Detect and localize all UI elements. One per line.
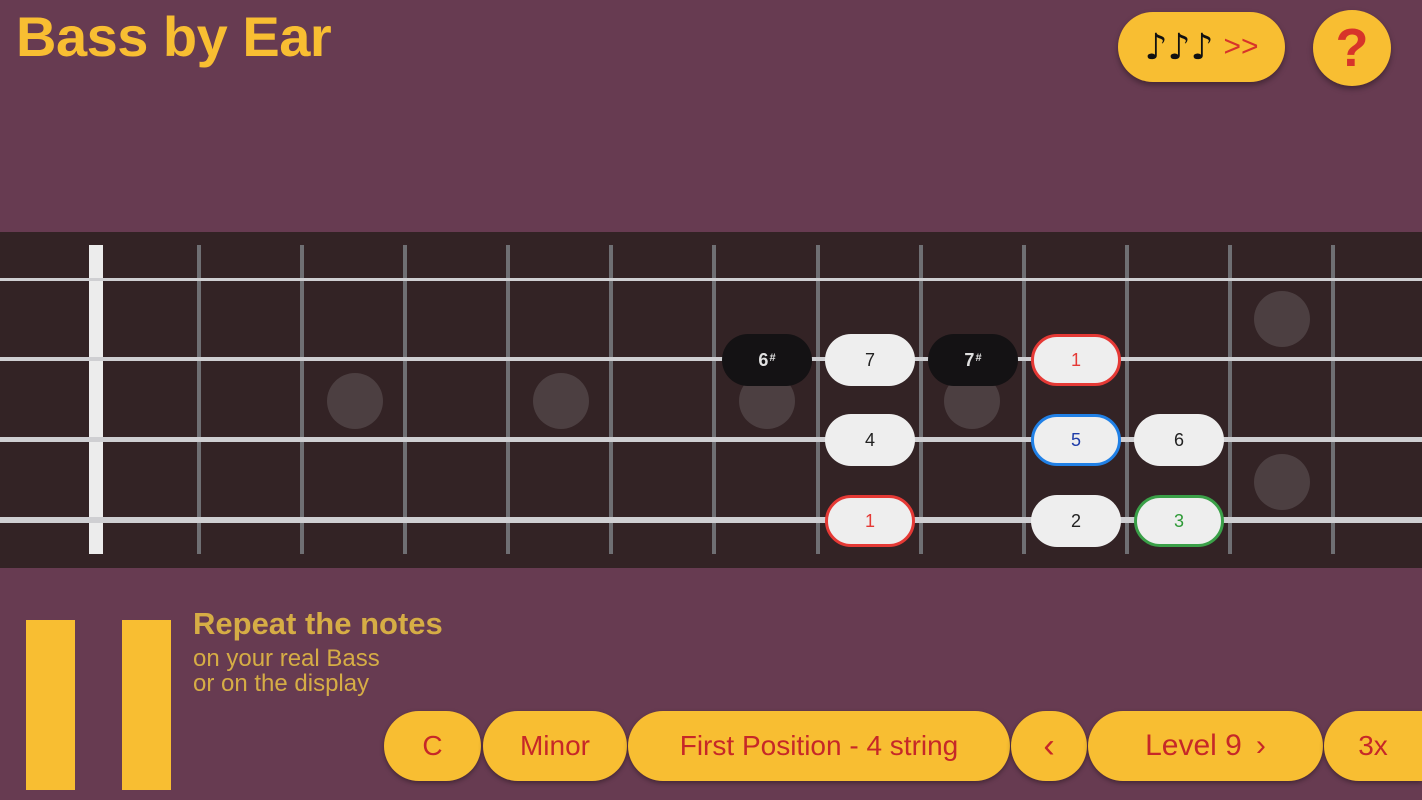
note-marker[interactable]: 6 # xyxy=(722,334,812,386)
note-marker-fifth[interactable]: 5 xyxy=(1031,414,1121,466)
chevron-right-icon[interactable]: › xyxy=(1256,729,1266,763)
position-label: First Position - 4 string xyxy=(679,730,959,761)
note-label: 2 xyxy=(1070,510,1081,531)
fret xyxy=(1125,245,1129,554)
note-marker[interactable]: 2 xyxy=(1031,495,1121,547)
note-marker-third[interactable]: 3 xyxy=(1134,495,1224,547)
note-marker[interactable]: 7 # xyxy=(928,334,1018,386)
forward-arrows-label: >> xyxy=(1223,30,1259,63)
fret xyxy=(919,245,923,554)
music-notes-icon: ♪♪♪ xyxy=(1144,26,1214,68)
sharp-sign: # xyxy=(975,352,982,364)
note-marker-root[interactable]: 1 xyxy=(1031,334,1121,386)
key-label: C xyxy=(422,730,443,761)
fret-inlay xyxy=(1254,454,1310,510)
fret-inlay xyxy=(1254,291,1310,347)
instructions-title: Repeat the notes xyxy=(193,606,443,641)
question-icon: ? xyxy=(1335,18,1369,78)
note-label: 4 xyxy=(864,429,875,450)
scale-label: Minor xyxy=(519,730,590,761)
fretboard[interactable]: 6 # 7 7 # 1 4 5 6 1 2 3 xyxy=(0,232,1422,568)
fret xyxy=(1331,245,1335,554)
note-label: 7 xyxy=(864,349,875,370)
note-label: 7 xyxy=(964,349,975,370)
fret xyxy=(816,245,820,554)
note-label: 5 xyxy=(1070,429,1081,450)
instructions-line-1: on your real Bass xyxy=(193,645,380,672)
string-1[interactable] xyxy=(0,278,1422,281)
note-marker-root[interactable]: 1 xyxy=(825,495,915,547)
key-select-button[interactable]: C xyxy=(384,711,481,781)
instructions-line-2: or on the display xyxy=(193,670,370,697)
fret xyxy=(609,245,613,554)
play-notes-button[interactable]: ♪♪♪ >> xyxy=(1118,12,1285,82)
note-marker[interactable]: 6 xyxy=(1134,414,1224,466)
fret xyxy=(300,245,304,554)
nut xyxy=(89,245,103,554)
note-label: 3 xyxy=(1173,510,1184,531)
sharp-sign: # xyxy=(769,352,776,364)
note-label: 1 xyxy=(864,510,875,531)
chevron-left-icon: ‹ xyxy=(1043,726,1055,765)
string-2[interactable] xyxy=(0,357,1422,361)
note-label: 6 xyxy=(758,349,769,370)
fret-inlay xyxy=(327,373,383,429)
pause-icon-bar-right xyxy=(122,620,171,790)
level-label: Level 9 xyxy=(1145,729,1242,762)
note-label: 1 xyxy=(1070,349,1081,370)
position-select-button[interactable]: First Position - 4 string xyxy=(628,711,1010,781)
level-button[interactable]: Level 9 › xyxy=(1088,711,1323,781)
fret xyxy=(506,245,510,554)
repeat-count-button[interactable]: 3x xyxy=(1324,711,1422,781)
fret xyxy=(403,245,407,554)
previous-level-button[interactable]: ‹ xyxy=(1011,711,1087,781)
fret xyxy=(1228,245,1232,554)
fret xyxy=(712,245,716,554)
note-label: 6 xyxy=(1173,429,1184,450)
note-marker[interactable]: 4 xyxy=(825,414,915,466)
fret xyxy=(197,245,201,554)
fret xyxy=(1022,245,1026,554)
fret-inlay xyxy=(533,373,589,429)
scale-select-button[interactable]: Minor xyxy=(483,711,627,781)
note-marker[interactable]: 7 xyxy=(825,334,915,386)
repeat-count-label: 3x xyxy=(1358,730,1388,761)
help-button[interactable]: ? xyxy=(1313,10,1391,86)
pause-icon-bar-left xyxy=(26,620,75,790)
app-title: Bass by Ear xyxy=(16,5,332,68)
